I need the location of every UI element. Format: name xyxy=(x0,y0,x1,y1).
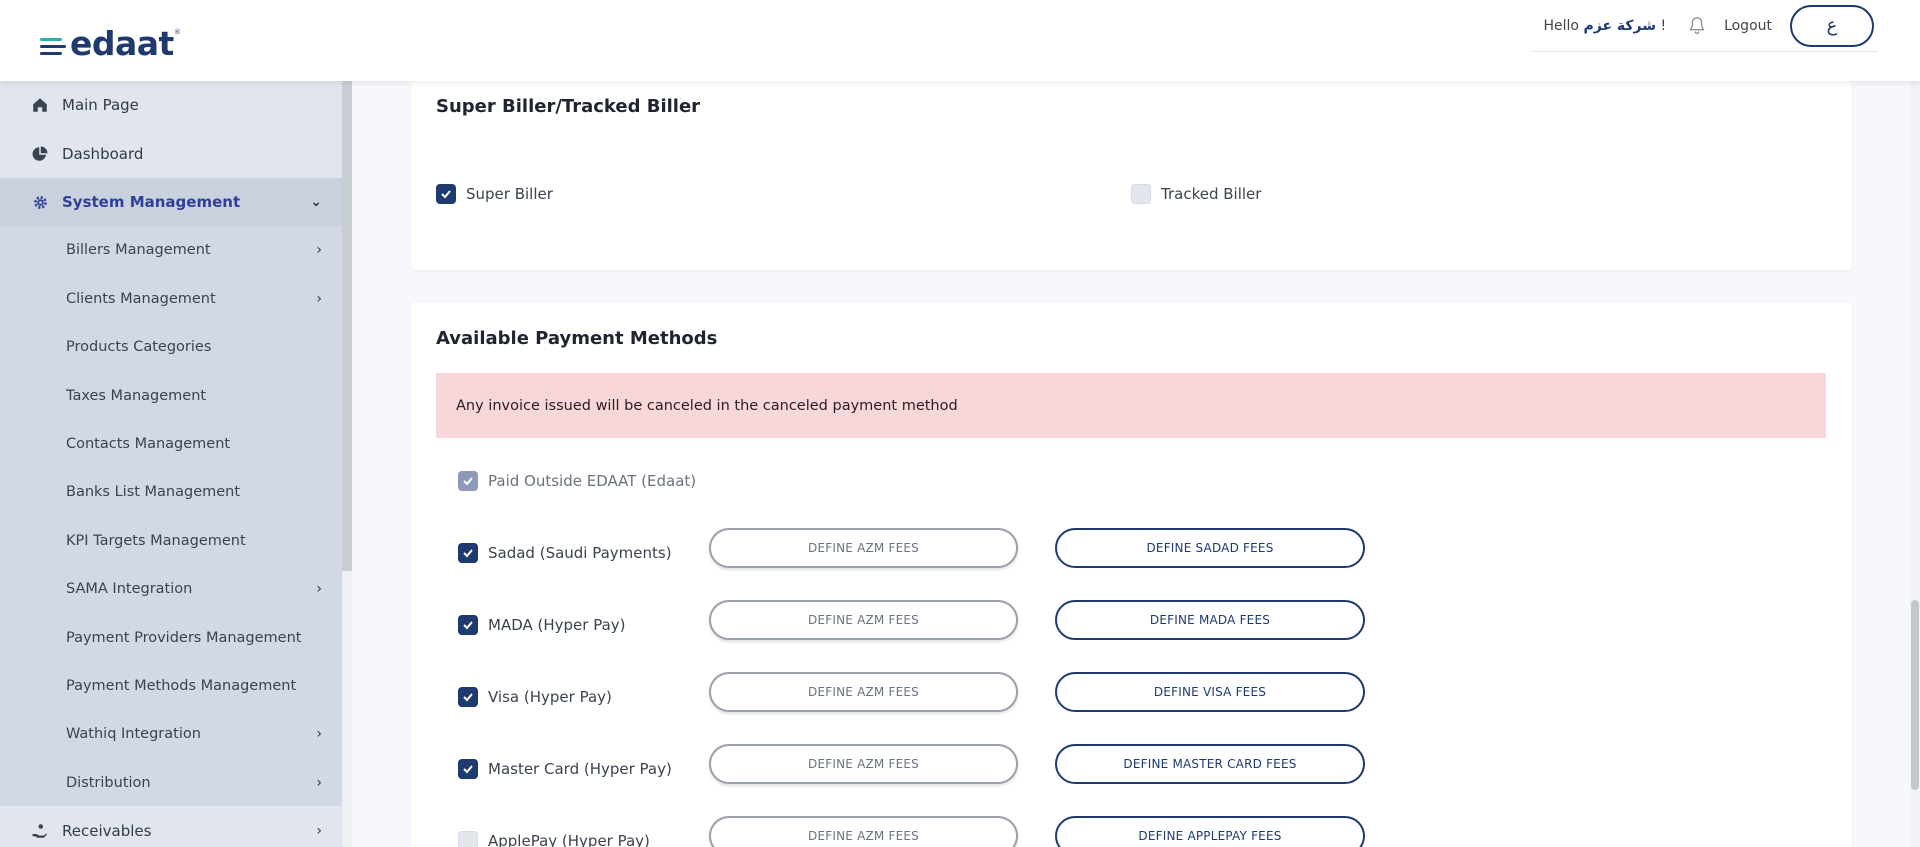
logo-bars-icon xyxy=(40,38,66,55)
define-sadad-fees-button[interactable]: DEFINE SADAD FEES xyxy=(1055,528,1365,568)
chevron-right-icon: › xyxy=(316,242,322,258)
checkmark-icon xyxy=(458,759,478,779)
checkmark-icon xyxy=(458,687,478,707)
sidebar-item-label: Main Page xyxy=(62,96,139,114)
cancel-warning-alert: Any invoice issued will be canceled in t… xyxy=(436,373,1826,438)
sidebar-item-billers-management[interactable]: Billers Management › xyxy=(0,226,342,274)
edaat-logo[interactable]: edaat ® xyxy=(40,24,181,63)
logout-link[interactable]: Logout xyxy=(1724,18,1772,34)
home-icon xyxy=(30,95,50,115)
greeting: Hello شركة عزم ! xyxy=(1543,17,1667,34)
payment-methods-title: Available Payment Methods xyxy=(436,328,718,349)
sidebar-item-clients-management[interactable]: Clients Management › xyxy=(0,275,342,323)
sidebar-item-distribution[interactable]: Distribution › xyxy=(0,759,342,807)
define-azm-fees-button[interactable]: DEFINE AZM FEES xyxy=(709,816,1018,847)
define-visa-fees-button[interactable]: DEFINE VISA FEES xyxy=(1055,672,1365,712)
empty-checkbox-icon xyxy=(1131,184,1151,204)
define-azm-fees-button[interactable]: DEFINE AZM FEES xyxy=(709,528,1018,568)
avatar[interactable]: ع xyxy=(1790,4,1874,47)
sidebar-item-wathiq-integration[interactable]: Wathiq Integration › xyxy=(0,710,342,758)
checkmark-icon xyxy=(436,184,456,204)
page-scrollbar-thumb[interactable] xyxy=(1911,600,1919,790)
mada-checkbox[interactable]: MADA (Hyper Pay) xyxy=(458,615,626,635)
sidebar-item-contacts-management[interactable]: Contacts Management xyxy=(0,420,342,468)
sidebar-item-kpi-targets-management[interactable]: KPI Targets Management xyxy=(0,517,342,565)
sidebar-scrollbar-thumb[interactable] xyxy=(342,81,352,571)
sidebar-item-taxes-management[interactable]: Taxes Management xyxy=(0,372,342,420)
visa-checkbox[interactable]: Visa (Hyper Pay) xyxy=(458,687,612,707)
top-header: edaat ® Hello شركة عزم ! Logout ع xyxy=(0,0,1920,81)
sidebar-item-products-categories[interactable]: Products Categories xyxy=(0,323,342,371)
user-area: Hello شركة عزم ! Logout ع xyxy=(1532,0,1878,52)
system-management-submenu: System Management ⌄ Billers Management ›… xyxy=(0,178,342,806)
sidebar: Main Page Dashboard System Management ⌄ … xyxy=(0,81,342,847)
sidebar-item-payment-methods-management[interactable]: Payment Methods Management xyxy=(0,662,342,710)
tracked-biller-checkbox[interactable]: Tracked Biller xyxy=(1131,184,1261,204)
sidebar-item-label: Receivables xyxy=(62,822,152,840)
sidebar-item-sama-integration[interactable]: SAMA Integration › xyxy=(0,565,342,613)
chevron-right-icon: › xyxy=(316,291,322,307)
logo-text: edaat xyxy=(70,24,174,63)
company-name: شركة عزم xyxy=(1583,17,1656,34)
define-azm-fees-button[interactable]: DEFINE AZM FEES xyxy=(709,744,1018,784)
define-mada-fees-button[interactable]: DEFINE MADA FEES xyxy=(1055,600,1365,640)
sidebar-item-label: System Management xyxy=(62,193,241,211)
sidebar-item-main-page[interactable]: Main Page xyxy=(0,81,342,129)
gear-icon xyxy=(30,192,50,212)
super-biller-checkbox[interactable]: Super Biller xyxy=(436,184,553,204)
sidebar-item-system-management[interactable]: System Management ⌄ xyxy=(0,178,342,226)
logo-trademark: ® xyxy=(173,28,181,36)
chevron-right-icon: › xyxy=(316,581,322,597)
payment-methods-card: Available Payment Methods Any invoice is… xyxy=(411,302,1852,847)
chevron-right-icon: › xyxy=(316,823,322,839)
sidebar-item-payment-providers-management[interactable]: Payment Providers Management xyxy=(0,614,342,662)
sidebar-item-banks-list-management[interactable]: Banks List Management xyxy=(0,468,342,516)
checkmark-icon xyxy=(458,543,478,563)
checkmark-icon xyxy=(458,615,478,635)
define-applepay-fees-button[interactable]: DEFINE APPLEPAY FEES xyxy=(1055,816,1365,847)
checkmark-icon xyxy=(458,471,478,491)
chevron-down-icon: ⌄ xyxy=(310,194,322,210)
paid-outside-checkbox: Paid Outside EDAAT (Edaat) xyxy=(458,471,696,491)
define-master-card-fees-button[interactable]: DEFINE MASTER CARD FEES xyxy=(1055,744,1365,784)
chevron-right-icon: › xyxy=(316,775,322,791)
hand-money-icon xyxy=(30,821,50,841)
pie-chart-icon xyxy=(30,144,50,164)
applepay-checkbox[interactable]: ApplePay (Hyper Pay) xyxy=(458,831,650,847)
empty-checkbox-icon xyxy=(458,831,478,847)
master-card-checkbox[interactable]: Master Card (Hyper Pay) xyxy=(458,759,672,779)
chevron-right-icon: › xyxy=(316,726,322,742)
define-azm-fees-button[interactable]: DEFINE AZM FEES xyxy=(709,600,1018,640)
biller-type-card: Super Biller/Tracked Biller Super Biller… xyxy=(411,81,1852,270)
biller-type-title: Super Biller/Tracked Biller xyxy=(436,96,701,117)
bell-icon[interactable] xyxy=(1686,15,1708,37)
define-azm-fees-button[interactable]: DEFINE AZM FEES xyxy=(709,672,1018,712)
sidebar-item-dashboard[interactable]: Dashboard xyxy=(0,130,342,178)
sidebar-item-receivables[interactable]: Receivables › xyxy=(0,807,342,847)
sadad-checkbox[interactable]: Sadad (Saudi Payments) xyxy=(458,543,672,563)
sidebar-item-label: Dashboard xyxy=(62,145,144,163)
